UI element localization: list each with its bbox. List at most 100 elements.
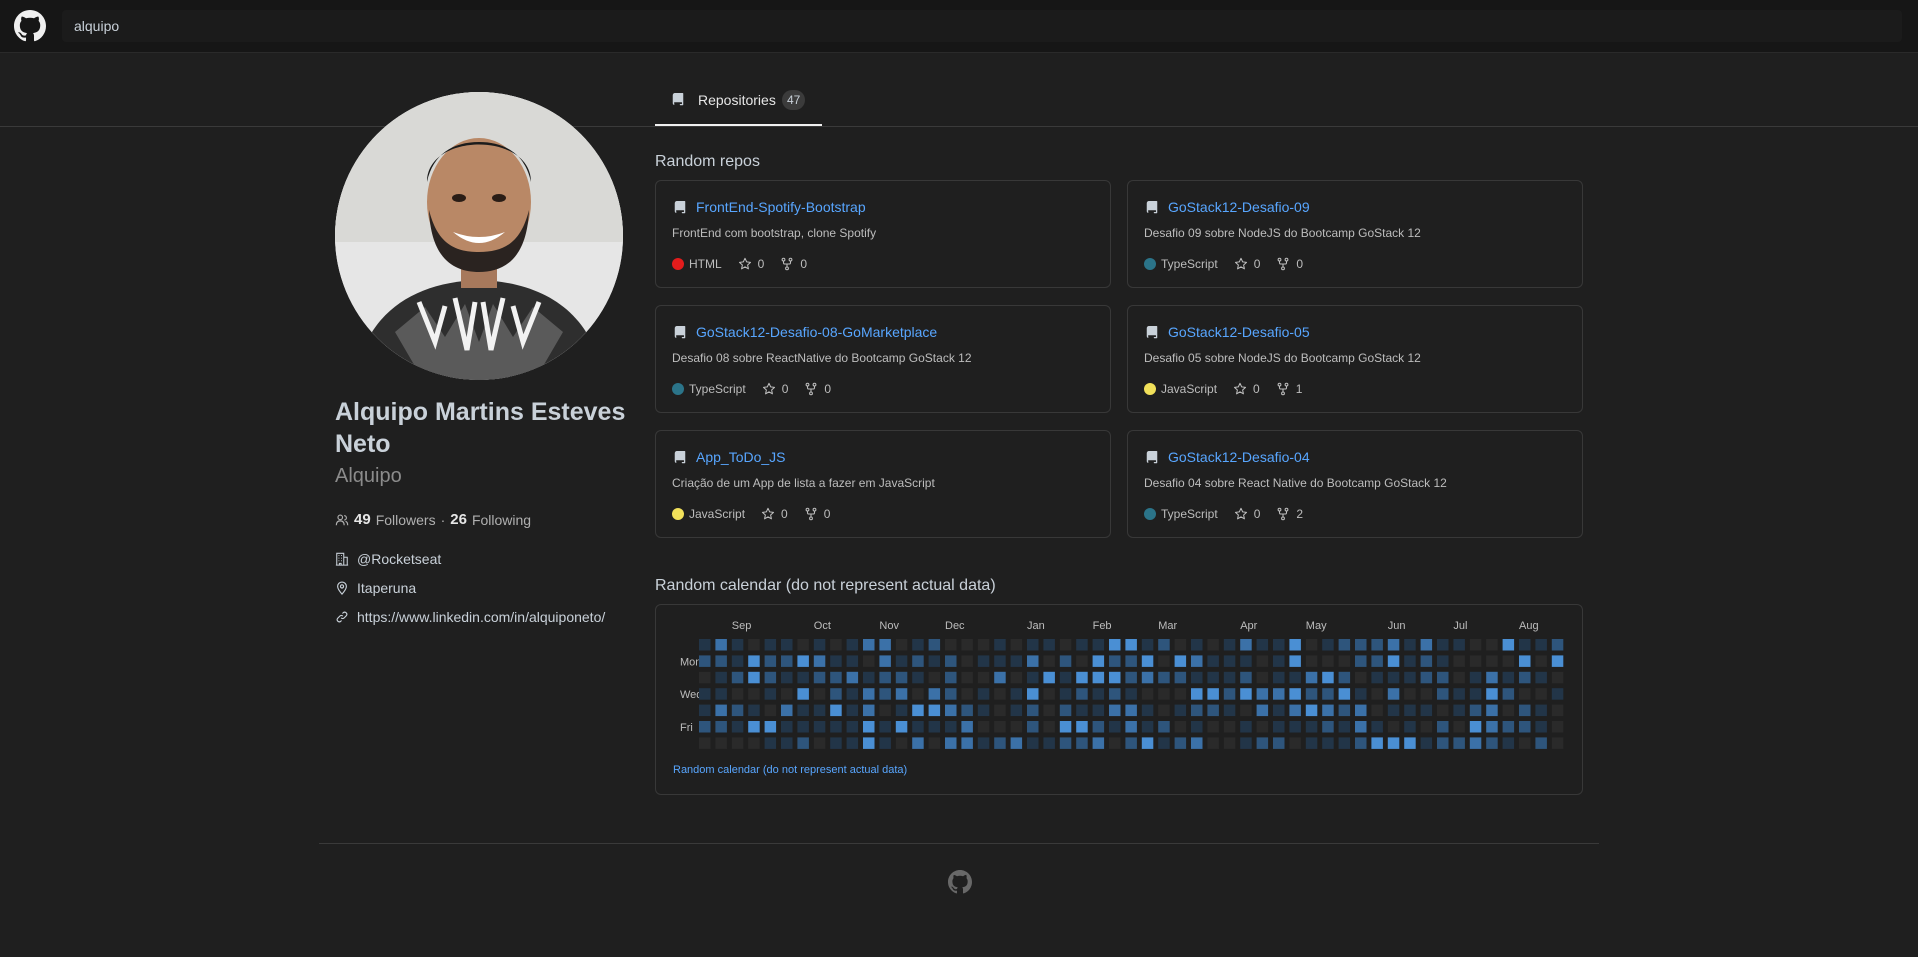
calendar-day-cell[interactable] — [1437, 688, 1449, 700]
calendar-day-cell[interactable] — [797, 721, 809, 733]
calendar-day-cell[interactable] — [994, 639, 1006, 651]
calendar-day-cell[interactable] — [994, 655, 1006, 667]
calendar-day-cell[interactable] — [1092, 639, 1105, 651]
calendar-day-cell[interactable] — [1371, 704, 1383, 717]
calendar-day-cell[interactable] — [731, 671, 744, 684]
calendar-day-cell[interactable] — [1355, 688, 1367, 700]
calendar-day-cell[interactable] — [1191, 671, 1203, 684]
calendar-day-cell[interactable] — [1420, 704, 1433, 717]
calendar-day-cell[interactable] — [715, 671, 727, 684]
calendar-day-cell[interactable] — [764, 737, 777, 749]
calendar-day-cell[interactable] — [1273, 655, 1285, 667]
calendar-day-cell[interactable] — [1027, 671, 1039, 684]
calendar-day-cell[interactable] — [1174, 655, 1187, 667]
calendar-day-cell[interactable] — [1223, 639, 1236, 651]
repo-card[interactable]: GoStack12-Desafio-08-GoMarketplace Desafi… — [655, 305, 1111, 413]
calendar-day-cell[interactable] — [1125, 704, 1137, 717]
calendar-day-cell[interactable] — [1519, 704, 1531, 717]
calendar-day-cell[interactable] — [1158, 655, 1170, 667]
calendar-day-cell[interactable] — [1141, 655, 1154, 667]
calendar-day-cell[interactable] — [1338, 655, 1351, 667]
calendar-day-cell[interactable] — [1076, 688, 1088, 700]
calendar-day-cell[interactable] — [863, 721, 875, 733]
calendar-day-cell[interactable] — [1519, 671, 1531, 684]
repo-forks[interactable]: 1 — [1276, 382, 1302, 396]
calendar-day-cell[interactable] — [1191, 639, 1203, 651]
calendar-day-cell[interactable] — [1387, 671, 1400, 684]
calendar-day-cell[interactable] — [928, 655, 941, 667]
calendar-day-cell[interactable] — [945, 737, 957, 749]
calendar-day-cell[interactable] — [1322, 721, 1334, 733]
calendar-day-cell[interactable] — [928, 737, 941, 749]
calendar-day-cell[interactable] — [830, 721, 842, 733]
calendar-day-cell[interactable] — [797, 639, 809, 651]
calendar-day-cell[interactable] — [1289, 655, 1301, 667]
calendar-day-cell[interactable] — [1420, 671, 1433, 684]
calendar-day-cell[interactable] — [781, 655, 793, 667]
calendar-day-cell[interactable] — [1109, 737, 1121, 749]
calendar-day-cell[interactable] — [1256, 721, 1269, 733]
calendar-day-cell[interactable] — [1059, 639, 1072, 651]
calendar-day-cell[interactable] — [912, 655, 924, 667]
calendar-day-cell[interactable] — [945, 688, 957, 700]
calendar-day-cell[interactable] — [1174, 639, 1187, 651]
calendar-day-cell[interactable] — [731, 688, 744, 700]
calendar-day-cell[interactable] — [1535, 671, 1547, 684]
calendar-day-cell[interactable] — [1092, 671, 1105, 684]
calendar-day-cell[interactable] — [1355, 655, 1367, 667]
calendar-day-cell[interactable] — [1453, 655, 1465, 667]
repo-forks[interactable]: 0 — [1276, 257, 1303, 271]
calendar-day-cell[interactable] — [797, 737, 809, 749]
calendar-day-cell[interactable] — [1305, 737, 1318, 749]
calendar-day-cell[interactable] — [1355, 721, 1367, 733]
calendar-day-cell[interactable] — [1453, 639, 1465, 651]
calendar-day-cell[interactable] — [764, 655, 777, 667]
calendar-day-cell[interactable] — [1535, 639, 1547, 651]
calendar-day-cell[interactable] — [1223, 704, 1236, 717]
calendar-day-cell[interactable] — [1338, 737, 1351, 749]
calendar-footer-link[interactable]: Random calendar (do not represent actual… — [673, 764, 907, 776]
calendar-day-cell[interactable] — [994, 671, 1006, 684]
calendar-day-cell[interactable] — [1125, 688, 1137, 700]
calendar-day-cell[interactable] — [1371, 688, 1383, 700]
calendar-day-cell[interactable] — [830, 704, 842, 717]
calendar-day-cell[interactable] — [1305, 688, 1318, 700]
calendar-day-cell[interactable] — [797, 688, 809, 700]
repo-forks[interactable]: 2 — [1276, 507, 1303, 521]
calendar-day-cell[interactable] — [781, 671, 793, 684]
calendar-day-cell[interactable] — [781, 704, 793, 717]
calendar-day-cell[interactable] — [1338, 721, 1351, 733]
calendar-day-cell[interactable] — [879, 721, 891, 733]
calendar-day-cell[interactable] — [1141, 704, 1154, 717]
calendar-day-cell[interactable] — [895, 639, 908, 651]
calendar-day-cell[interactable] — [1387, 639, 1400, 651]
calendar-day-cell[interactable] — [1535, 688, 1547, 700]
calendar-day-cell[interactable] — [846, 704, 859, 717]
calendar-day-cell[interactable] — [1010, 655, 1023, 667]
calendar-day-cell[interactable] — [945, 639, 957, 651]
calendar-day-cell[interactable] — [1486, 704, 1498, 717]
repo-card[interactable]: App_ToDo_JS Criação de um App de lista a … — [655, 430, 1111, 538]
calendar-day-cell[interactable] — [1486, 721, 1498, 733]
repo-stars[interactable]: 0 — [738, 257, 764, 271]
calendar-day-cell[interactable] — [895, 671, 908, 684]
calendar-day-cell[interactable] — [830, 737, 842, 749]
calendar-day-cell[interactable] — [1289, 688, 1301, 700]
calendar-day-cell[interactable] — [1207, 704, 1219, 717]
calendar-day-cell[interactable] — [748, 737, 760, 749]
calendar-day-cell[interactable] — [912, 671, 924, 684]
calendar-day-cell[interactable] — [1338, 704, 1351, 717]
calendar-day-cell[interactable] — [748, 639, 760, 651]
calendar-day-cell[interactable] — [1289, 704, 1301, 717]
following-label[interactable]: Following — [472, 512, 531, 528]
repo-stars[interactable]: 0 — [761, 507, 788, 521]
calendar-day-cell[interactable] — [994, 704, 1006, 717]
calendar-day-cell[interactable] — [813, 671, 826, 684]
calendar-day-cell[interactable] — [1322, 655, 1334, 667]
calendar-day-cell[interactable] — [1371, 655, 1383, 667]
calendar-day-cell[interactable] — [1092, 721, 1105, 733]
calendar-day-cell[interactable] — [1273, 639, 1285, 651]
calendar-day-cell[interactable] — [928, 639, 941, 651]
calendar-day-cell[interactable] — [961, 721, 973, 733]
calendar-day-cell[interactable] — [1273, 704, 1285, 717]
